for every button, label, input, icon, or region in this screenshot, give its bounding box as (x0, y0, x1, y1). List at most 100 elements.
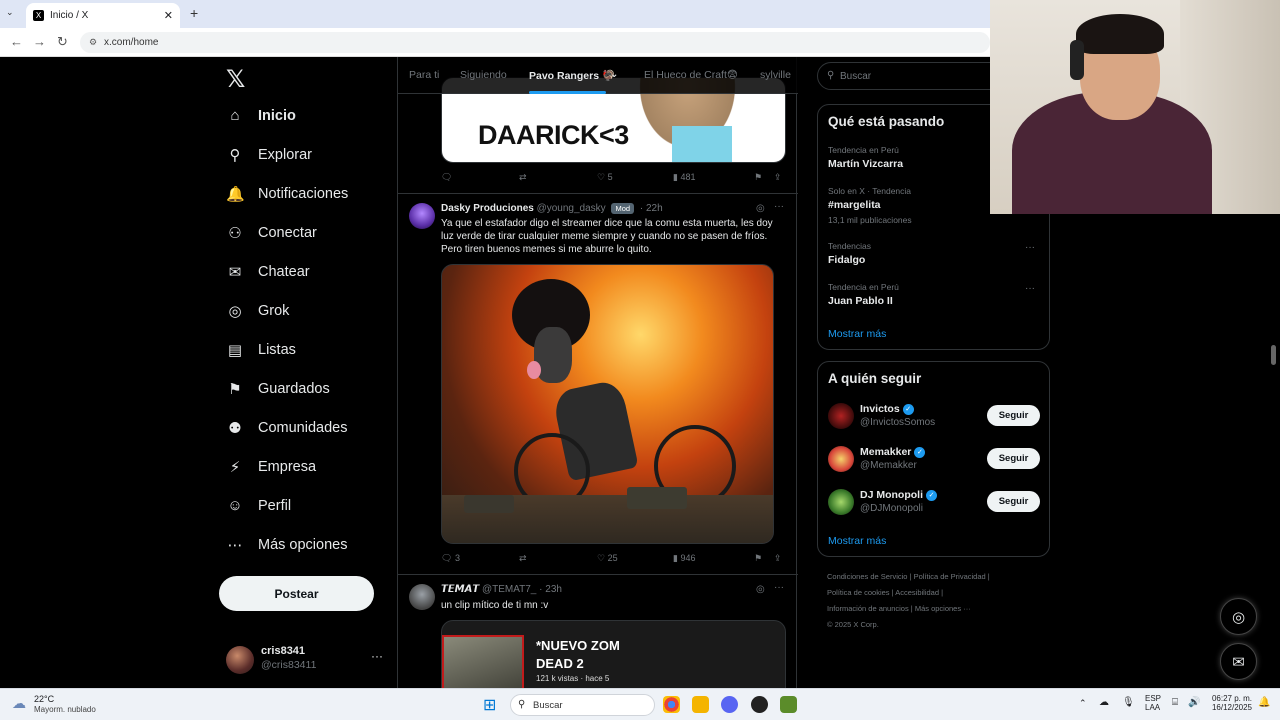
retweet-icon[interactable]: ⇄ (519, 172, 527, 183)
new-tab-button[interactable]: + (190, 5, 198, 21)
more-icon[interactable]: ··· (1025, 283, 1035, 294)
footer-link-row[interactable]: Política de cookies | Accesibilidad | (827, 585, 1047, 601)
trend-name[interactable]: Fidalgo (828, 254, 865, 266)
chevron-up-icon[interactable]: ⌃ (1079, 698, 1087, 709)
more-icon[interactable]: ··· (774, 582, 784, 593)
sidebar-item-perfil[interactable]: ☺ Perfil (226, 497, 291, 514)
site-info-icon[interactable]: ⚙ (89, 37, 97, 48)
more-icon[interactable]: ··· (774, 201, 784, 212)
grok-icon[interactable]: ◎ (756, 584, 765, 595)
tab-hueco-de-craft[interactable]: El Hueco de Craft😨 (644, 69, 738, 81)
share-icon[interactable]: ⇪ (774, 172, 782, 183)
sidebar-item-grok[interactable]: ◎ Grok (226, 302, 289, 320)
back-arrow-icon[interactable]: ← (10, 34, 23, 49)
clock[interactable]: 06:27 p. m. 16/12/2025 (1210, 694, 1252, 712)
tweet-time[interactable]: · 23h (539, 584, 562, 595)
chrome-icon[interactable] (663, 696, 680, 713)
forward-arrow-icon[interactable]: → (33, 34, 46, 49)
tab-pavo-rangers[interactable]: Pavo Rangers 🦃 (529, 69, 615, 82)
post-button[interactable]: Postear (219, 576, 374, 611)
cloud-sync-icon[interactable]: ☁ (1099, 697, 1109, 708)
show-more-link[interactable]: Mostrar más (828, 535, 886, 547)
minecraft-icon[interactable] (780, 696, 797, 713)
sidebar-item-chatear[interactable]: ✉ Chatear (226, 263, 310, 281)
obs-icon[interactable] (751, 696, 768, 713)
tab-para-ti[interactable]: Para ti (409, 69, 439, 81)
like-icon[interactable]: ♡ 25 (597, 553, 618, 564)
weather-desc[interactable]: Mayorm. nublado (34, 705, 96, 714)
tab-siguiendo[interactable]: Siguiendo (460, 69, 507, 81)
follow-button[interactable]: Seguir (987, 448, 1040, 469)
reload-icon[interactable]: ↻ (57, 34, 68, 50)
avatar[interactable] (828, 446, 854, 472)
views-icon[interactable]: ▮ 481 (673, 172, 695, 183)
sidebar-item-conectar[interactable]: ⚇ Conectar (226, 224, 317, 242)
discord-icon[interactable] (721, 696, 738, 713)
trend-name[interactable]: Juan Pablo II (828, 295, 893, 307)
trend-name[interactable]: #margelita (828, 199, 881, 211)
avatar[interactable] (828, 489, 854, 515)
trend-name[interactable]: Martín Vizcarra (828, 158, 903, 170)
show-more-link[interactable]: Mostrar más (828, 328, 886, 340)
account-switcher[interactable]: cris8341 @cris83411 ··· (226, 644, 386, 676)
follow-name[interactable]: Invictos ✓ (860, 403, 914, 415)
scrollbar-thumb[interactable] (1271, 345, 1276, 365)
tweet-actions: 🗨 3 ⇄ ♡ 25 ▮ 946 ⚑ ⇪ (441, 553, 786, 567)
like-icon[interactable]: ♡ 5 (597, 172, 613, 183)
sidebar-item-explorar[interactable]: ⚲ Explorar (226, 146, 313, 164)
author-name[interactable]: 𝙏𝙀𝙈𝘼𝙏 (441, 584, 479, 595)
volume-icon[interactable]: 🔊 (1188, 697, 1200, 708)
x-logo-icon[interactable]: 𝕏 (226, 65, 245, 94)
language-indicator[interactable]: ESP LAA (1145, 694, 1161, 712)
windows-start-icon[interactable]: ⊞ (483, 695, 496, 715)
sidebar-item-label: Explorar (258, 147, 312, 163)
tongue-figure (527, 361, 541, 379)
share-icon[interactable]: ⇪ (774, 553, 782, 564)
sidebar-item-inicio[interactable]: ⌂ Inicio (226, 107, 295, 124)
tab-sylville[interactable]: sylville (760, 69, 791, 81)
tab-search-icon[interactable]: ⌄ (6, 7, 14, 18)
footer-link-row[interactable]: Información de anuncios | Más opciones ·… (827, 601, 1047, 617)
url-bar[interactable]: ⚙ x.com/home (80, 32, 990, 53)
follow-button[interactable]: Seguir (987, 491, 1040, 512)
views-icon[interactable]: ▮ 946 (673, 553, 695, 564)
author-handle[interactable]: @TEMAT7_ (482, 584, 536, 595)
sidebar-item-m-s-opciones[interactable]: ⋯ Más opciones (226, 536, 348, 554)
chevron-down-icon[interactable]: ⌄ (610, 69, 618, 80)
author-name[interactable]: Dasky Produciones (441, 203, 534, 214)
messages-floating-icon[interactable]: ✉ (1220, 643, 1257, 680)
follow-button[interactable]: Seguir (987, 405, 1040, 426)
weather-temp[interactable]: 22°C (34, 694, 54, 704)
sidebar-item-comunidades[interactable]: ⚉ Comunidades (226, 419, 347, 437)
more-icon[interactable]: ··· (1025, 242, 1035, 253)
retweet-icon[interactable]: ⇄ (519, 553, 527, 564)
more-icon[interactable]: ··· (371, 649, 383, 663)
avatar[interactable] (828, 403, 854, 429)
tweet-time[interactable]: · 22h (640, 203, 663, 214)
file-explorer-icon[interactable] (692, 696, 709, 713)
sidebar-item-guardados[interactable]: ⚑ Guardados (226, 380, 329, 398)
taskbar-search[interactable]: ⚲ Buscar (510, 694, 655, 716)
tab-close-icon[interactable]: ✕ (164, 9, 173, 22)
tweet-image[interactable] (441, 264, 774, 544)
notification-bell-icon[interactable]: 🔔 (1258, 697, 1270, 708)
bookmark-icon[interactable]: ⚑ (754, 553, 762, 564)
microphone-icon[interactable]: 🎙 (1122, 697, 1135, 708)
grok-icon[interactable]: ◎ (756, 203, 765, 214)
sidebar-item-notificaciones[interactable]: 🔔 Notificaciones (226, 185, 348, 203)
author-handle[interactable]: @young_dasky (537, 203, 606, 214)
network-icon[interactable]: ⌸ (1172, 697, 1178, 708)
avatar[interactable] (409, 584, 435, 610)
follow-name[interactable]: Memakker ✓ (860, 446, 926, 458)
footer-link-row[interactable]: Condiciones de Servicio | Política de Pr… (827, 569, 1047, 585)
grok-floating-icon[interactable]: ◎ (1220, 598, 1257, 635)
reply-icon[interactable]: 🗨 3 (441, 553, 460, 564)
video-card[interactable]: *NUEVO ZOM DEAD 2 121 k vistas · hace 5 (441, 620, 786, 688)
sidebar-item-listas[interactable]: ▤ Listas (226, 341, 296, 359)
browser-tab[interactable]: X Inicio / X ✕ (26, 3, 180, 28)
reply-icon[interactable]: 🗨 (441, 172, 452, 183)
follow-name[interactable]: DJ Monopoli ✓ (860, 489, 937, 501)
avatar[interactable] (409, 203, 435, 229)
sidebar-item-empresa[interactable]: ⚡ Empresa (226, 458, 316, 476)
bookmark-icon[interactable]: ⚑ (754, 172, 762, 183)
